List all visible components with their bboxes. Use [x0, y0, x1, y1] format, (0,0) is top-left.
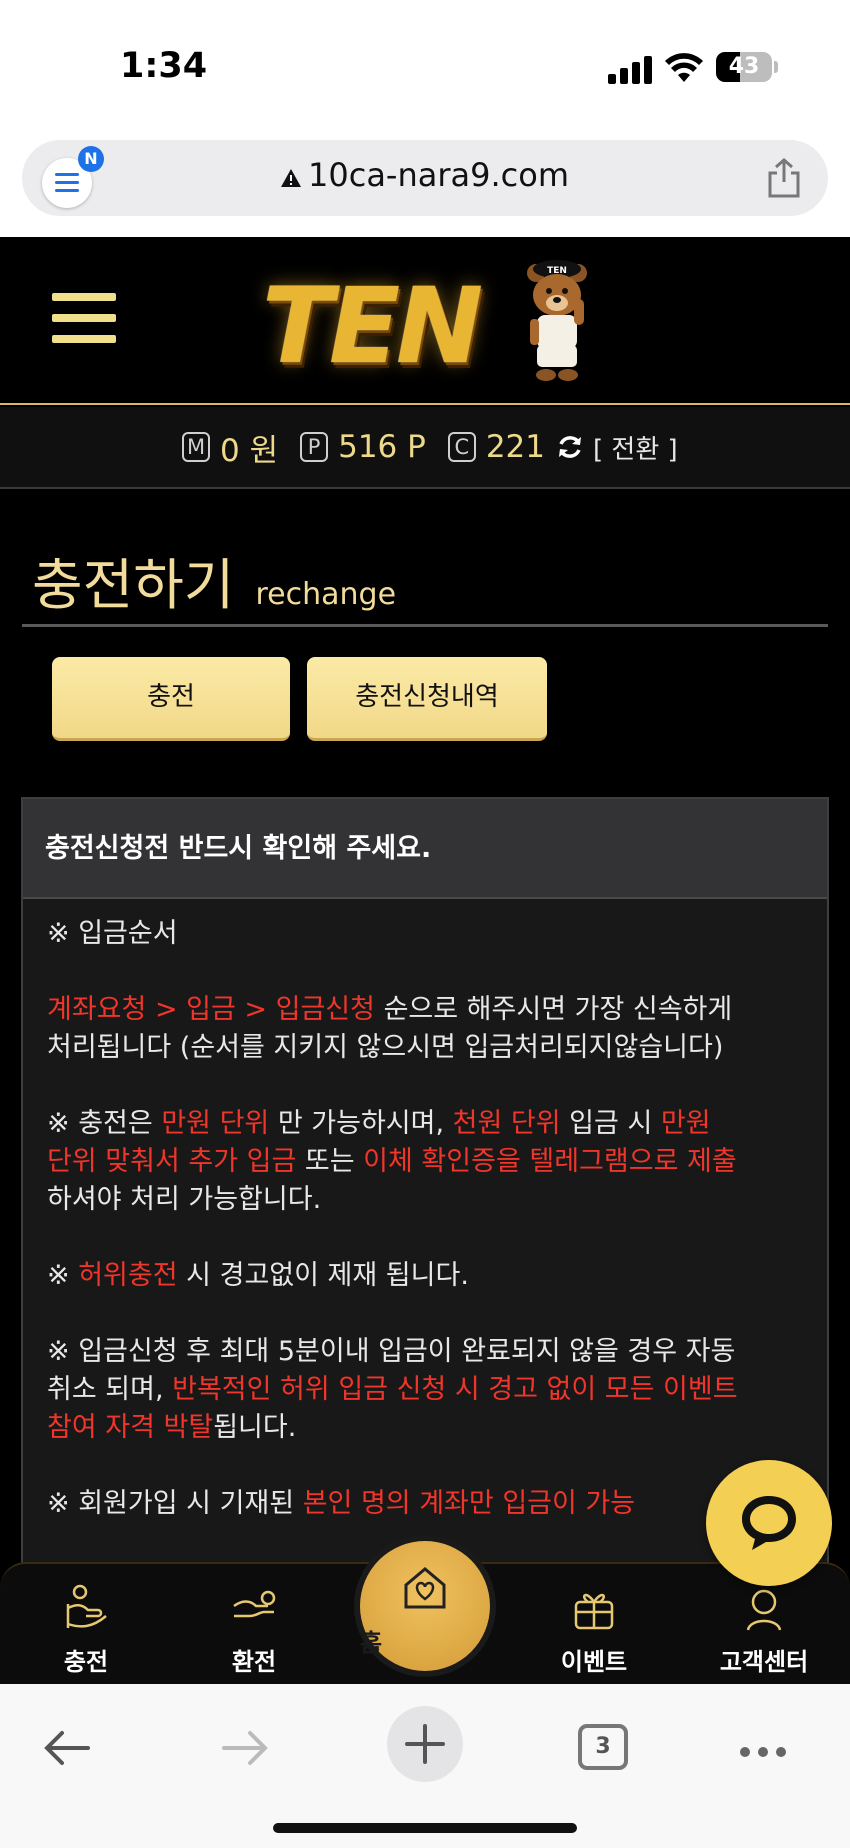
notice-highlight: 이체 확인증을 텔레그램으로 제출 [363, 1146, 737, 1177]
notice-text: ※ [47, 1260, 79, 1291]
charge-history-tab-button[interactable]: 충전신청내역 [307, 657, 547, 741]
list-icon [55, 173, 79, 193]
balance-bar: M 0 원 P 516 P C 221 [ 전환 ] [0, 407, 850, 489]
url-text[interactable]: 10ca-nara9.com [308, 156, 569, 194]
page-title-english: rechange [255, 577, 397, 612]
nav-event-label: 이벤트 [560, 1648, 628, 1676]
gift-icon [574, 1593, 614, 1630]
notice-body: ※ 입금순서 계좌요청 > 입금 > 입금신청 순으로 해주시면 가장 신속하게… [23, 899, 827, 1523]
home-indicator [273, 1823, 577, 1833]
live-chat-button[interactable] [706, 1460, 832, 1586]
tabs-button[interactable]: 3 [578, 1724, 628, 1770]
status-time: 1:34 [120, 46, 208, 86]
notice-highlight: 계좌요청 > 입금 > 입금신청 [47, 994, 375, 1025]
title-divider [22, 624, 828, 627]
back-arrow-icon[interactable] [42, 1728, 92, 1768]
charge-tab-button[interactable]: 충전 [52, 657, 290, 741]
battery-nub [774, 61, 778, 73]
forward-arrow-icon[interactable] [220, 1728, 270, 1768]
nav-event[interactable]: 이벤트 [534, 1564, 654, 1686]
notice-text: 또는 [296, 1146, 364, 1177]
new-tab-button[interactable] [387, 1706, 463, 1782]
notice-highlight: 반복적인 허위 입금 신청 시 경고 없이 모든 이벤트 [172, 1374, 738, 1405]
warning-icon [281, 169, 301, 187]
nav-exchange[interactable]: 환전 [194, 1564, 314, 1686]
notice-text: 순으로 해주시면 가장 신속하게 [374, 994, 733, 1025]
site-header: TEN TEN [0, 237, 850, 405]
refresh-icon[interactable] [555, 432, 585, 462]
nav-support-label: 고객센터 [719, 1648, 809, 1676]
status-bar: 1:34 43 [0, 0, 850, 130]
notice-panel: 충전신청전 반드시 확인해 주세요. ※ 입금순서 계좌요청 > 입금 > 입금… [21, 797, 829, 1577]
notice-highlight: 단위 맞춰서 추가 입금 [47, 1146, 297, 1177]
battery-icon: 43 [716, 52, 772, 82]
menu-icon[interactable] [52, 293, 116, 349]
nav-home-label: 홈 [360, 1629, 383, 1657]
plus-icon [405, 1724, 445, 1764]
exchange-hand-icon [233, 1590, 276, 1618]
page-title: 충전하기 rechange [32, 540, 396, 620]
false-charge-text: ※ 허위충전 시 경고없이 제재 됩니다. [47, 1257, 827, 1295]
charge-hand-icon [66, 1584, 107, 1628]
auto-cancel-text: ※ 입금신청 후 최대 5분이내 입금이 완료되지 않을 경우 자동 취소 되며… [47, 1333, 827, 1447]
money-balance: 0 원 [220, 432, 279, 469]
notice-text: 하셔야 처리 가능합니다. [47, 1184, 322, 1215]
bear-mascot-icon: TEN [527, 260, 587, 381]
deposit-order-title: ※ 입금순서 [47, 918, 178, 949]
signal-icon [608, 54, 652, 84]
notice-highlight: 만원 [660, 1108, 711, 1139]
coin-balance: 221 [485, 429, 545, 465]
url-bar[interactable]: N 10ca-nara9.com [22, 140, 828, 216]
nav-charge-label: 충전 [63, 1648, 109, 1676]
page-title-korean: 충전하기 [32, 553, 235, 617]
more-icon[interactable] [740, 1742, 794, 1761]
notice-text: 만 가능하시며, [269, 1108, 453, 1139]
support-agent-icon [746, 1589, 782, 1631]
share-icon[interactable] [766, 158, 802, 198]
home-heart-icon [404, 1567, 446, 1609]
notice-text: ※ 충전은 [47, 1108, 162, 1139]
chat-bubble-icon [742, 1496, 796, 1550]
nav-charge[interactable]: 충전 [26, 1564, 146, 1686]
deposit-order-section: ※ 입금순서 [47, 915, 827, 953]
notice-text: 됩니다. [213, 1412, 297, 1443]
extension-badge: N [78, 146, 104, 172]
notice-text: 취소 되며, [47, 1374, 173, 1405]
notice-text: ※ 회원가입 시 기재된 [47, 1488, 303, 1519]
notice-text: 입금 시 [560, 1108, 661, 1139]
notice-highlight: 본인 명의 계좌만 입금이 가능 [302, 1488, 636, 1519]
reader-extension-button[interactable]: N [42, 146, 104, 208]
battery-level: 43 [728, 54, 760, 79]
site-logo[interactable]: TEN TEN [262, 259, 592, 387]
notice-text: 처리됩니다 (순서를 지키지 않으시면 입금처리되지않습니다) [47, 1032, 724, 1063]
nav-exchange-label: 환전 [231, 1648, 277, 1676]
notice-heading: 충전신청전 반드시 확인해 주세요. [23, 799, 827, 899]
notice-text: 시 경고없이 제재 됩니다. [177, 1260, 469, 1291]
deposit-order-text: 계좌요청 > 입금 > 입금신청 순으로 해주시면 가장 신속하게 처리됩니다 … [47, 991, 827, 1067]
coin-icon: C [447, 432, 476, 462]
money-icon: M [182, 432, 210, 462]
notice-highlight: 천원 단위 [452, 1108, 561, 1139]
point-icon: P [300, 432, 329, 462]
notice-highlight: 참여 자격 박탈 [47, 1412, 214, 1443]
logo-text: TEN [262, 265, 483, 387]
point-balance: 516 P [338, 429, 426, 465]
charge-unit-text: ※ 충전은 만원 단위 만 가능하시며, 천원 단위 입금 시 만원 단위 맞춰… [47, 1105, 827, 1219]
notice-text: ※ 입금신청 후 최대 5분이내 입금이 완료되지 않을 경우 자동 [47, 1336, 736, 1367]
notice-highlight: 허위충전 [78, 1260, 178, 1291]
nav-home[interactable]: 홈 [360, 1541, 490, 1671]
switch-button[interactable]: [ 전환 ] [593, 429, 678, 466]
notice-highlight: 만원 단위 [161, 1108, 270, 1139]
wifi-icon [665, 53, 703, 82]
browser-url-area: N 10ca-nara9.com [0, 130, 850, 237]
